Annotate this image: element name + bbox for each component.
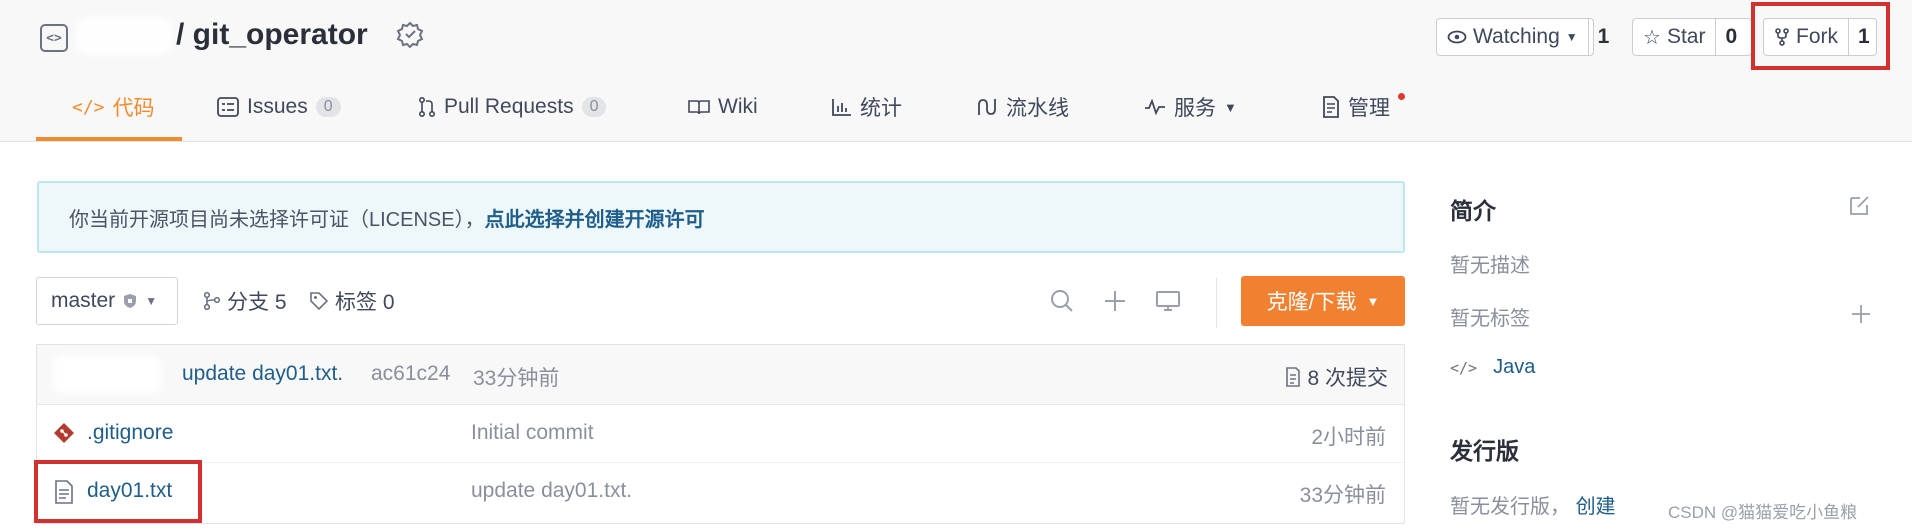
- clone-download-label: 克隆/下载: [1266, 291, 1357, 314]
- latest-commit-hash[interactable]: ac61c24: [371, 362, 450, 386]
- star-label: Star: [1666, 25, 1706, 48]
- highlight-box-file: [34, 460, 202, 523]
- tab-issues-label: Issues: [247, 95, 308, 118]
- file-table: update day01.txt. ac61c24 33分钟前 8 次提交 .g…: [36, 344, 1405, 524]
- tab-pull-requests[interactable]: Pull Requests 0: [418, 92, 607, 122]
- active-tab-indicator: [36, 137, 182, 141]
- branches-link[interactable]: 分支 5: [203, 286, 287, 316]
- file-commit-message[interactable]: Initial commit: [471, 421, 594, 445]
- branches-count: 分支 5: [227, 291, 287, 314]
- plus-icon[interactable]: [1102, 288, 1128, 314]
- commits-icon: [1286, 367, 1301, 387]
- license-notice-text: 你当前开源项目尚未选择许可证（LICENSE），: [69, 208, 485, 231]
- pipeline-icon: [978, 99, 996, 115]
- create-license-link[interactable]: 点此选择并创建开源许可: [485, 203, 705, 232]
- code-icon: </>: [72, 96, 105, 118]
- tab-code-label: 代码: [112, 97, 155, 120]
- watermark: CSDN @猫猫爱吃小鱼粮: [1668, 503, 1858, 522]
- book-icon: [688, 100, 710, 115]
- tab-pipeline-label: 流水线: [1006, 97, 1069, 120]
- tab-services[interactable]: 服务 ▼: [1144, 92, 1237, 122]
- watching-label: Watching: [1473, 25, 1560, 48]
- pull-request-icon: [419, 97, 435, 117]
- tab-issues[interactable]: Issues 0: [217, 92, 341, 122]
- branch-name: master: [51, 289, 116, 312]
- repo-name[interactable]: / git_operator: [176, 18, 368, 52]
- language-label: Java: [1493, 356, 1536, 378]
- star-icon: ☆: [1643, 26, 1661, 49]
- watching-button[interactable]: Watching ▼ 1: [1436, 18, 1609, 56]
- pull-requests-count-badge: 0: [581, 97, 607, 117]
- toolbar-divider: [1216, 278, 1217, 328]
- file-commit-time: 2小时前: [1311, 426, 1386, 449]
- no-release-row: 暂无发行版， 创建: [1450, 490, 1616, 519]
- branch-select[interactable]: master ▼: [36, 277, 178, 325]
- tab-services-label: 服务: [1174, 97, 1216, 120]
- latest-commit-time: 33分钟前: [473, 367, 560, 390]
- intro-heading: 简介: [1450, 198, 1496, 224]
- chevron-down-icon: ▼: [1366, 293, 1380, 309]
- avatar[interactable]: [53, 355, 161, 393]
- watching-count: 1: [1587, 19, 1619, 55]
- no-release-text: 暂无发行版，: [1450, 496, 1570, 518]
- tab-wiki[interactable]: Wiki: [688, 92, 758, 122]
- eye-icon: [1447, 30, 1467, 44]
- create-release-link[interactable]: 创建: [1576, 496, 1616, 518]
- tags-link[interactable]: 标签 0: [309, 286, 395, 316]
- highlight-box-fork: [1751, 2, 1890, 70]
- commit-count: 8 次提交: [1307, 367, 1388, 390]
- file-name[interactable]: .gitignore: [87, 421, 173, 445]
- owner-name-blurred[interactable]: [76, 18, 172, 54]
- latest-commit-row: update day01.txt. ac61c24 33分钟前 8 次提交: [37, 345, 1404, 405]
- git-icon: [54, 423, 74, 443]
- tab-statistics-label: 统计: [860, 97, 902, 120]
- license-notice: 你当前开源项目尚未选择许可证（LICENSE）， 点此选择并创建开源许可: [37, 181, 1405, 253]
- tab-manage-label: 管理: [1348, 97, 1390, 120]
- tag-icon: [310, 292, 329, 311]
- no-description-text: 暂无描述: [1450, 255, 1530, 277]
- tab-pipeline[interactable]: 流水线: [976, 92, 1069, 122]
- issues-count-badge: 0: [315, 97, 341, 117]
- bar-chart-icon: [832, 99, 851, 116]
- star-button[interactable]: ☆ Star 0: [1632, 18, 1752, 56]
- notification-dot: [1398, 93, 1405, 100]
- add-tag-icon[interactable]: [1850, 303, 1872, 325]
- latest-commit-message[interactable]: update day01.txt.: [182, 362, 343, 386]
- tags-count: 标签 0: [335, 291, 395, 314]
- table-row[interactable]: day01.txt update day01.txt. 33分钟前: [37, 463, 1404, 521]
- code-icon: </>: [1450, 358, 1478, 377]
- edit-icon[interactable]: [1848, 193, 1872, 217]
- pulse-icon: [1145, 99, 1165, 115]
- star-count: 0: [1715, 19, 1746, 55]
- tab-pull-requests-label: Pull Requests: [444, 95, 574, 118]
- file-commit-message[interactable]: update day01.txt.: [471, 479, 632, 503]
- search-icon[interactable]: [1049, 288, 1075, 314]
- monitor-icon[interactable]: [1155, 288, 1181, 314]
- commit-count-link[interactable]: 8 次提交: [1285, 362, 1388, 392]
- recommend-badge-icon: [396, 21, 424, 49]
- no-tags-text: 暂无标签: [1450, 308, 1530, 330]
- clone-download-button[interactable]: 克隆/下载 ▼: [1241, 276, 1405, 326]
- tab-manage[interactable]: 管理: [1322, 92, 1390, 122]
- issues-icon: [217, 97, 239, 117]
- tab-code[interactable]: </> 代码: [72, 92, 155, 122]
- tab-statistics[interactable]: 统计: [832, 92, 902, 122]
- file-commit-time: 33分钟前: [1299, 484, 1386, 507]
- shield-icon: [124, 294, 137, 308]
- chevron-down-icon: ▼: [1565, 30, 1578, 44]
- document-settings-icon: [1323, 96, 1339, 118]
- table-row[interactable]: .gitignore Initial commit 2小时前: [37, 405, 1404, 463]
- chevron-down-icon: ▼: [1224, 99, 1237, 115]
- language-item[interactable]: </> Java: [1450, 356, 1535, 379]
- repo-code-icon: <>: [40, 24, 68, 52]
- tab-wiki-label: Wiki: [718, 95, 758, 118]
- releases-heading: 发行版: [1450, 438, 1519, 464]
- branch-icon: [203, 291, 221, 311]
- chevron-down-icon: ▼: [145, 294, 158, 308]
